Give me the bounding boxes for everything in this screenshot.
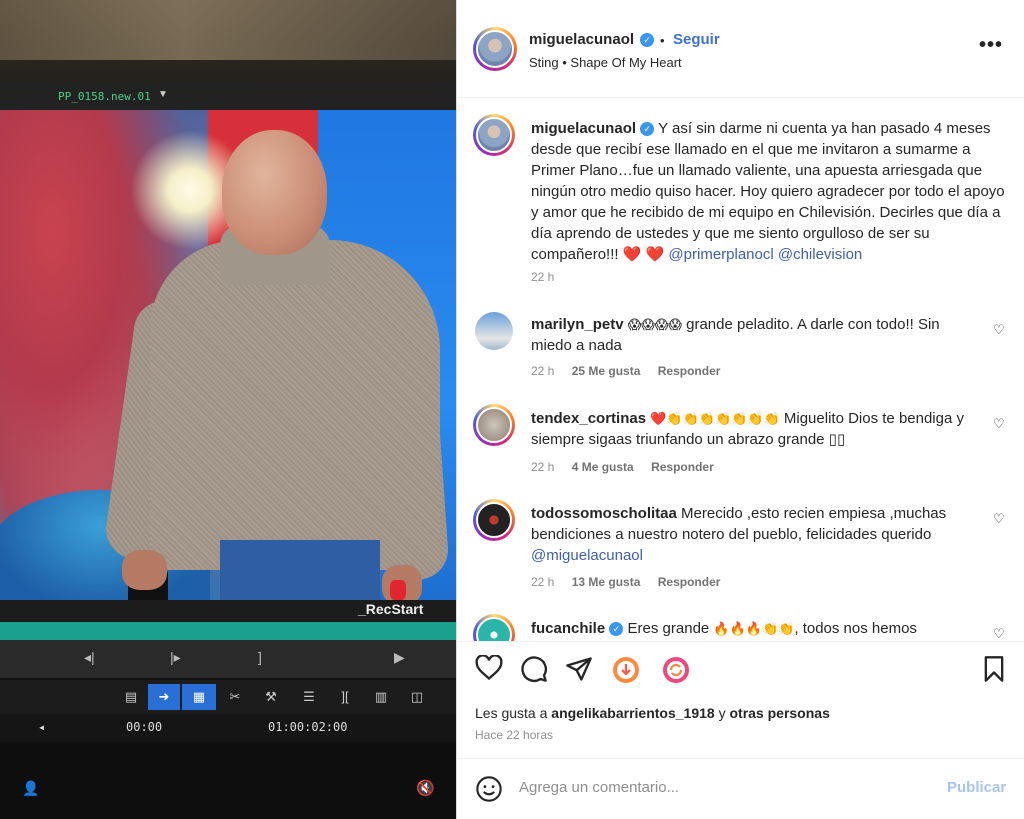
add-comment-bar: Agrega un comentario... Publicar [457,758,1024,819]
rec-start-label: _RecStart [358,601,424,617]
likes-user[interactable]: angelikabarrientos_1918 [551,705,714,721]
cut-icon[interactable]: ✂ [220,684,250,710]
comment-text-start: Eres grande [627,620,710,637]
comment-avatar[interactable] [473,499,515,541]
timeline-strip [0,622,456,640]
post-media[interactable]: PP_0158.new.01 ▼ _RecStart ◂| |▸ ] ▶ ▤ ➜… [0,0,456,819]
lift-icon[interactable]: ▦ [182,684,216,710]
timeline-ruler[interactable] [0,714,456,742]
comment-avatar[interactable] [475,312,513,350]
transport-controls: ◂| |▸ ] ▶ [0,640,456,678]
video-viewer [0,110,456,600]
comment-emojis: 🔥🔥🔥👏👏 [713,621,795,636]
comment-like-heart-icon[interactable]: ♡ [993,626,1005,641]
comment-time: 22 h [531,575,555,589]
likes-others[interactable]: otras personas [729,705,829,721]
separator-dot: • [660,33,665,48]
reply-button[interactable]: Responder [651,460,714,474]
comment-likes[interactable]: 25 Me gusta [572,364,641,378]
share-send-icon[interactable] [565,655,593,683]
caption-text: Y así sin darme ni cuenta ya han pasado … [531,120,1005,263]
likes-summary[interactable]: Les gusta a angelikabarrientos_1918 y ot… [475,705,830,721]
caption-username[interactable]: miguelacunaol [531,120,636,137]
clip-name: PP_0158.new.01 [58,90,151,103]
reply-button[interactable]: Responder [658,364,721,378]
timecode-mark: 01:00:02:00 [268,720,348,734]
comment-verified-icon: ✓ [609,622,624,636]
comment-likes[interactable]: 13 Me gusta [572,575,641,589]
overwrite-icon[interactable]: ▤ [116,684,146,710]
timecode-start: 00:00 [126,720,163,734]
comment-avatar[interactable] [473,404,515,446]
comments-list[interactable]: miguelacunaol ✓ Y así sin darme ni cuent… [457,98,1024,641]
comment-like-heart-icon[interactable]: ♡ [993,511,1005,527]
ruler-left-arrow-icon[interactable]: ◂ [38,720,45,734]
comment-time: 22 h [531,460,555,474]
comment-time: 22 h [531,364,555,378]
author-avatar[interactable] [473,27,517,71]
emoji-icon[interactable] [475,775,503,803]
comment-like-heart-icon[interactable]: ♡ [993,322,1005,338]
save-bookmark-icon[interactable] [982,655,1006,683]
reporter-figure [102,110,451,600]
comment-like-heart-icon[interactable]: ♡ [993,416,1005,432]
post-header: miguelacunaol ✓ • Seguir Sting • Shape O… [457,0,1024,98]
list-icon[interactable]: ☰ [294,684,324,710]
follow-button[interactable]: Seguir [673,31,720,48]
comment-username[interactable]: tendex_cortinas [531,410,646,427]
caption-time: 22 h [531,270,555,284]
comment-username[interactable]: todossomoscholitaa [531,505,677,522]
audio-track[interactable]: Sting • Shape Of My Heart [529,55,682,70]
verified-badge-icon: ✓ [640,33,654,47]
comment-emojis: ❤️👏👏👏👏👏👏👏 [650,411,780,426]
comment-input[interactable]: Agrega un comentario... [519,779,679,796]
clip-dropdown-icon[interactable]: ▼ [158,89,168,100]
step-forward-icon[interactable]: |▸ [170,649,181,666]
reply-button[interactable]: Responder [658,575,721,589]
post-timestamp: Hace 22 horas [475,728,554,742]
user-icon[interactable]: 👤 [22,780,39,797]
comment-username[interactable]: marilyn_petv [531,316,624,333]
slip-icon[interactable]: ▥ [366,684,396,710]
caption-avatar[interactable] [473,114,515,156]
caption-mentions[interactable]: @primerplanocl @chilevision [668,246,862,263]
more-options-icon[interactable]: ••• [979,34,1003,57]
mute-icon[interactable]: 🔇 [416,779,435,797]
comment-likes[interactable]: 4 Me gusta [572,460,634,474]
mark-out-icon[interactable]: ] [258,649,262,665]
slide-icon[interactable]: ◫ [402,684,432,710]
trim-icon[interactable]: ⚒ [256,684,286,710]
comment-bubble-icon[interactable] [520,655,548,683]
repost-icon[interactable] [661,655,691,685]
step-back-icon[interactable]: ◂| [84,649,95,666]
comment-username[interactable]: fucanchile [531,620,605,637]
play-icon[interactable]: ▶ [394,649,405,666]
like-heart-icon[interactable] [475,655,503,681]
comment-mention[interactable]: @miguelacunaol [531,547,643,564]
comment-text: , todos nos hemos [794,620,917,637]
bracket-icon[interactable]: ][ [330,684,360,710]
author-username[interactable]: miguelacunaol [529,31,634,48]
post-sidebar: miguelacunaol ✓ • Seguir Sting • Shape O… [456,0,1024,819]
insert-red-arrow-icon[interactable]: ➜ [148,684,180,710]
caption-emojis: ❤️ ❤️ [622,246,665,263]
publish-button[interactable]: Publicar [947,779,1006,796]
download-icon[interactable] [611,655,641,685]
comment-avatar[interactable] [473,614,515,641]
comment-emojis: 😱😱😱😱 [627,317,682,332]
caption-verified-icon: ✓ [640,122,655,136]
action-bar [457,641,1024,691]
timeline-tracks [0,742,456,819]
